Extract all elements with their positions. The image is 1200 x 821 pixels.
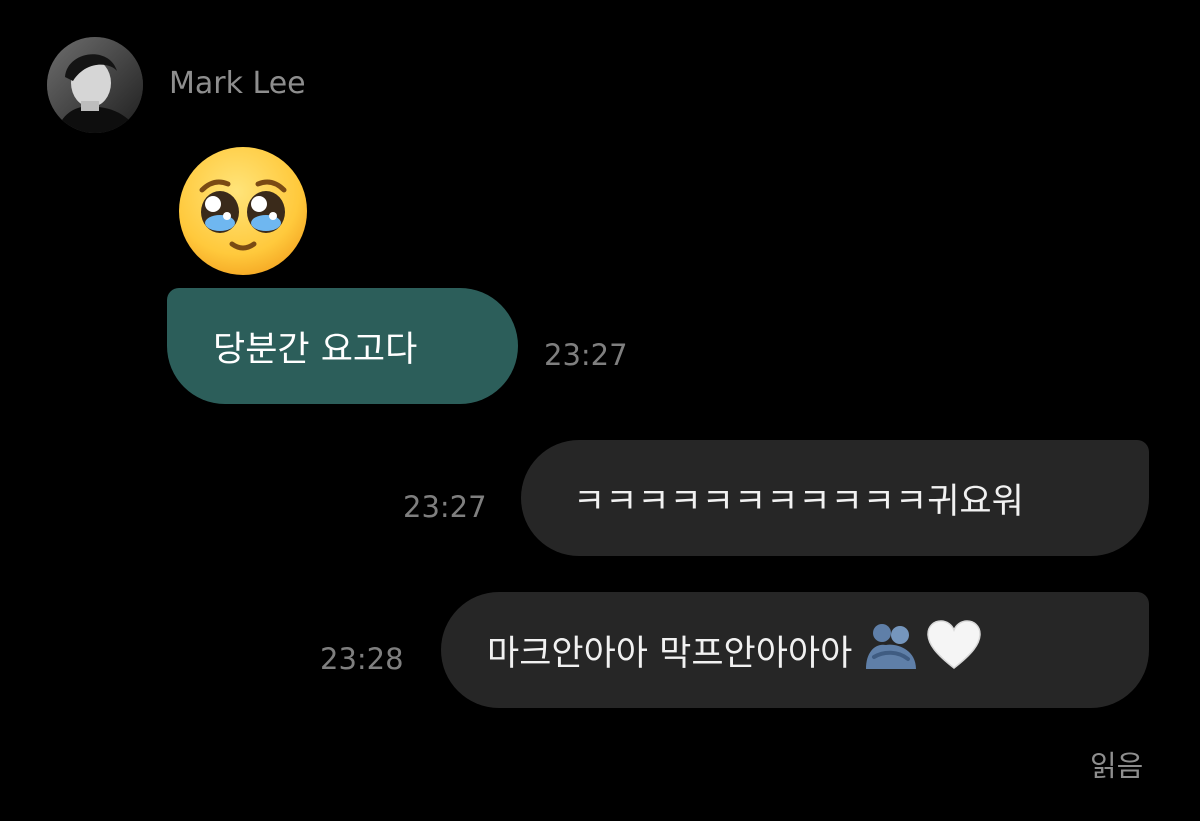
message-text: 당분간 요고다 [213, 329, 418, 370]
pleading-face-emoji-message[interactable] [176, 144, 310, 278]
incoming-message-bubble[interactable]: 당분간 요고다 [167, 288, 518, 404]
white-heart-emoji-icon [926, 619, 982, 681]
message-timestamp: 23:27 [544, 338, 628, 372]
outgoing-message-bubble[interactable]: ㅋㅋㅋㅋㅋㅋㅋㅋㅋㅋㅋ귀요워 [521, 440, 1149, 556]
message-text: 마크안아아 막프안아아아 [487, 633, 853, 674]
message-timestamp: 23:27 [403, 490, 487, 524]
profile-photo-icon [47, 37, 143, 133]
people-hugging-emoji-icon [862, 621, 920, 680]
read-status: 읽음 [1090, 749, 1144, 783]
message-text: ㅋㅋㅋㅋㅋㅋㅋㅋㅋㅋㅋ귀요워 [573, 481, 1024, 522]
pleading-face-emoji-icon [179, 147, 307, 275]
sender-name: Mark Lee [169, 66, 306, 101]
message-timestamp: 23:28 [320, 642, 404, 676]
outgoing-message-bubble[interactable]: 마크안아아 막프안아아아 [441, 592, 1149, 708]
sender-avatar[interactable] [47, 37, 143, 133]
